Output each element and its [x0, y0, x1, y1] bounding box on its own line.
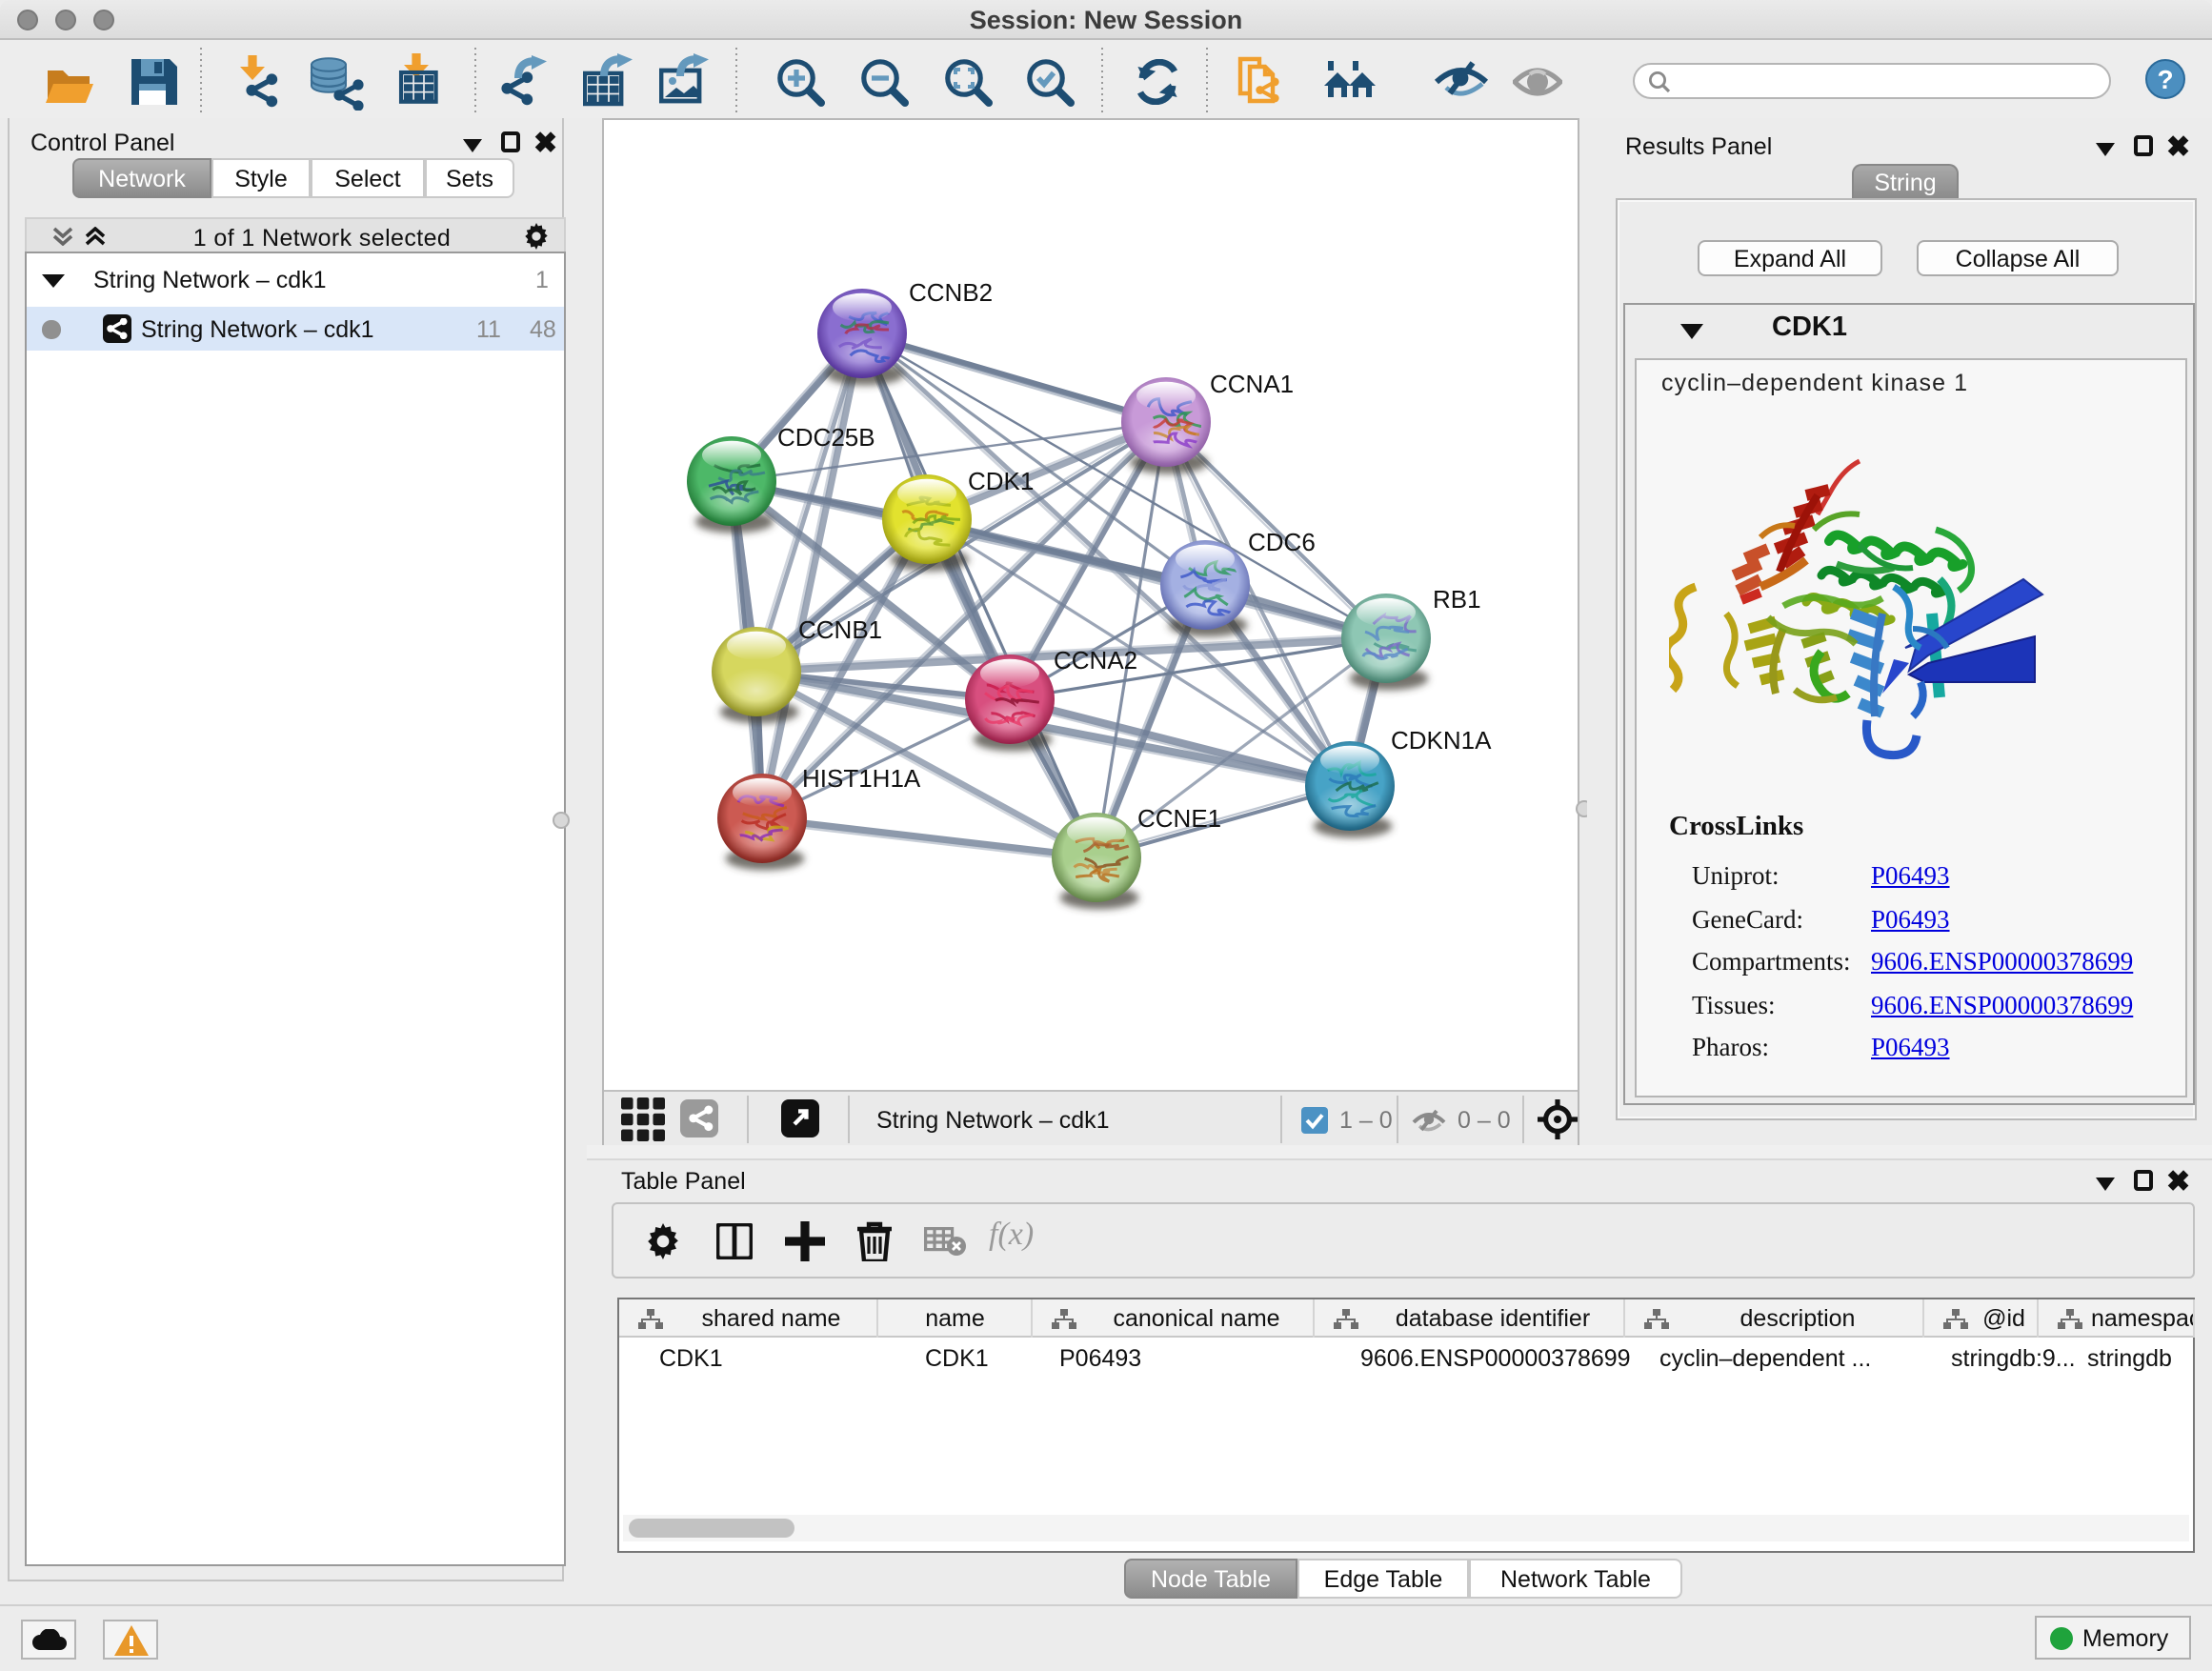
svg-text:CCNA1: CCNA1 — [1210, 370, 1294, 398]
svg-text:HIST1H1A: HIST1H1A — [802, 764, 921, 793]
svg-text:CCNB1: CCNB1 — [798, 615, 882, 644]
svg-text:?: ? — [2157, 65, 2173, 94]
svg-text:CCNE1: CCNE1 — [1137, 804, 1221, 833]
svg-text:CDK1: CDK1 — [968, 467, 1034, 495]
svg-text:CCNA2: CCNA2 — [1054, 646, 1137, 674]
svg-text:CDC6: CDC6 — [1248, 528, 1316, 556]
svg-text:CDKN1A: CDKN1A — [1391, 726, 1492, 755]
svg-text:CDC25B: CDC25B — [777, 423, 875, 452]
svg-text:RB1: RB1 — [1433, 585, 1481, 614]
svg-text:CCNB2: CCNB2 — [909, 278, 993, 307]
